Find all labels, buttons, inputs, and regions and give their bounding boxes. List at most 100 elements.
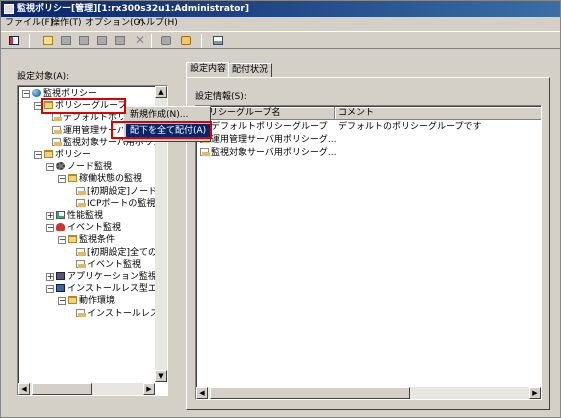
- grid-hscrollbar[interactable]: ◀ ▶: [196, 387, 541, 399]
- tab-settings[interactable]: 設定内容: [186, 62, 231, 78]
- folder-icon: [68, 235, 77, 244]
- menu-operation[interactable]: 操作(T): [51, 17, 82, 30]
- doc-icon: [76, 198, 86, 207]
- row-name: 運用管理サーバ用ポリシーグ...: [211, 135, 337, 145]
- tree-item-label: 稼働状態の監視: [79, 174, 143, 185]
- doc-icon: [200, 148, 210, 156]
- tree-item[interactable]: + 性能監視: [46, 210, 103, 222]
- doc-icon: [52, 137, 62, 146]
- bell-icon: [56, 223, 65, 232]
- table-row[interactable]: 運用管理サーバ用ポリシーグ...: [197, 134, 541, 147]
- title-bar[interactable]: 監視ポリシー[管理][1:rx300s32u1:Administrator]: [1, 1, 560, 17]
- scroll-thumb[interactable]: [210, 387, 410, 399]
- expand-icon[interactable]: +: [46, 212, 54, 220]
- expand-icon[interactable]: +: [46, 273, 54, 281]
- scroll-left-icon[interactable]: ◀: [196, 387, 208, 399]
- row-name: デフォルトポリシーグループ: [211, 122, 328, 132]
- collapse-icon[interactable]: −: [58, 236, 66, 245]
- chart-icon: [56, 211, 65, 219]
- tree-item-label: ポリシー: [55, 150, 92, 160]
- doc-icon: [76, 259, 86, 268]
- distribute-icon[interactable]: [179, 34, 193, 47]
- row-comment: デフォルトのポリシーグループです: [338, 122, 482, 132]
- window-title: 監視ポリシー[管理][1:rx300s32u1:Administrator]: [17, 4, 249, 14]
- tree-item[interactable]: ICPポートの監視: [70, 198, 155, 210]
- collapse-icon[interactable]: −: [58, 297, 66, 306]
- tree-item[interactable]: [初期設定]全てのイベント: [70, 247, 167, 259]
- folder-icon: [68, 296, 77, 305]
- menu-bar: ファイル(F) 操作(T) オプション(O) ヘルプ(H): [1, 17, 560, 30]
- tree-item[interactable]: − ノード監視: [46, 161, 112, 173]
- scroll-right-icon[interactable]: ▶: [529, 387, 541, 399]
- collapse-icon[interactable]: −: [46, 285, 54, 294]
- app-icon: [4, 4, 14, 14]
- tree-item-label: ノード監視: [67, 162, 113, 173]
- menu-file[interactable]: ファイル(F): [5, 17, 53, 30]
- new-icon[interactable]: [41, 34, 55, 47]
- collapse-icon[interactable]: −: [46, 224, 54, 233]
- scroll-left-icon[interactable]: ◀: [18, 383, 30, 395]
- properties-icon[interactable]: [7, 34, 21, 47]
- highlight-box: [111, 121, 212, 139]
- tree-item[interactable]: − イベント監視: [46, 222, 121, 234]
- menu-item-new[interactable]: 新規作成(N)...: [126, 108, 210, 122]
- collapse-icon[interactable]: −: [46, 163, 54, 172]
- folder-icon: [68, 174, 77, 183]
- folder-icon: [44, 150, 53, 158]
- tree-item[interactable]: − ポリシー: [34, 149, 91, 161]
- delete-icon[interactable]: [113, 34, 127, 47]
- tree-item-label: インストールレス型エージェント監視: [67, 284, 167, 295]
- collapse-icon[interactable]: −: [58, 175, 66, 184]
- gear-icon: [56, 162, 65, 171]
- toolbar-separator: [29, 34, 30, 48]
- scroll-thumb[interactable]: [32, 383, 92, 395]
- tree-item-label: イベント監視: [87, 259, 142, 270]
- tree-item[interactable]: − 監視条件: [58, 234, 115, 246]
- menu-help[interactable]: ヘルプ(H): [137, 17, 178, 30]
- tab-distribution[interactable]: 配付状況: [228, 63, 273, 77]
- tree-item[interactable]: + アプリケーション監視: [46, 271, 157, 283]
- details-grid[interactable]: ポリシーグループ名 コメント デフォルトポリシーグループ デフォルトのポリシーグ…: [195, 105, 542, 400]
- tree-item[interactable]: イベント監視: [70, 259, 141, 271]
- tree-item-label: イベント監視: [67, 223, 122, 234]
- column-header-name[interactable]: ポリシーグループ名: [197, 107, 335, 120]
- grid-header: ポリシーグループ名 コメント: [197, 107, 541, 120]
- tree-item[interactable]: − 動作環境: [58, 295, 115, 307]
- doc-icon: [76, 186, 86, 195]
- doc-icon: [76, 308, 86, 317]
- scroll-right-icon[interactable]: ▶: [143, 383, 155, 395]
- toolbar-separator: [151, 34, 152, 48]
- upload-icon[interactable]: [159, 34, 173, 47]
- toolbar-separator: [201, 34, 202, 48]
- edit-icon[interactable]: [77, 34, 91, 47]
- tree-item-label: アプリケーション監視: [67, 272, 157, 282]
- doc-icon: [76, 247, 86, 256]
- table-row[interactable]: デフォルトポリシーグループ デフォルトのポリシーグループです: [197, 121, 541, 134]
- details-label: 設定情報(S):: [195, 92, 247, 102]
- collapse-icon[interactable]: −: [34, 151, 42, 159]
- tree-hscrollbar[interactable]: ◀ ▶: [18, 383, 155, 395]
- refresh-icon[interactable]: [211, 34, 225, 47]
- paste-icon[interactable]: [95, 34, 109, 47]
- scroll-down-icon[interactable]: ▼: [155, 370, 167, 382]
- table-row[interactable]: 監視対象サーバ用ポリシーグ...: [197, 147, 541, 160]
- copy-icon[interactable]: [59, 34, 73, 47]
- tree-item-label: ICPポートの監視: [87, 198, 156, 209]
- inst-icon: [56, 284, 65, 293]
- tree-item[interactable]: − 稼働状態の監視: [58, 173, 142, 185]
- column-header-comment[interactable]: コメント: [335, 107, 541, 120]
- tree-item[interactable]: [初期設定]ノード監視: [70, 186, 167, 198]
- scroll-up-icon[interactable]: ▲: [155, 86, 167, 98]
- collapse-icon[interactable]: −: [22, 90, 30, 98]
- tree-item[interactable]: インストールレス: [70, 308, 159, 320]
- tree-item-label: 性能監視: [67, 211, 104, 221]
- tree-item-label: 監視条件: [79, 235, 116, 246]
- tree-item[interactable]: − インストールレス型エージェント監視: [46, 283, 167, 295]
- tree-item-label: 動作環境: [79, 296, 116, 307]
- menu-option[interactable]: オプション(O): [85, 17, 144, 30]
- highlight-box: [41, 98, 126, 114]
- row-name: 監視対象サーバ用ポリシーグ...: [211, 148, 337, 158]
- main-window: 監視ポリシー[管理][1:rx300s32u1:Administrator] フ…: [0, 0, 561, 418]
- doc-icon: [52, 125, 62, 134]
- cross-icon[interactable]: ✕: [133, 34, 147, 47]
